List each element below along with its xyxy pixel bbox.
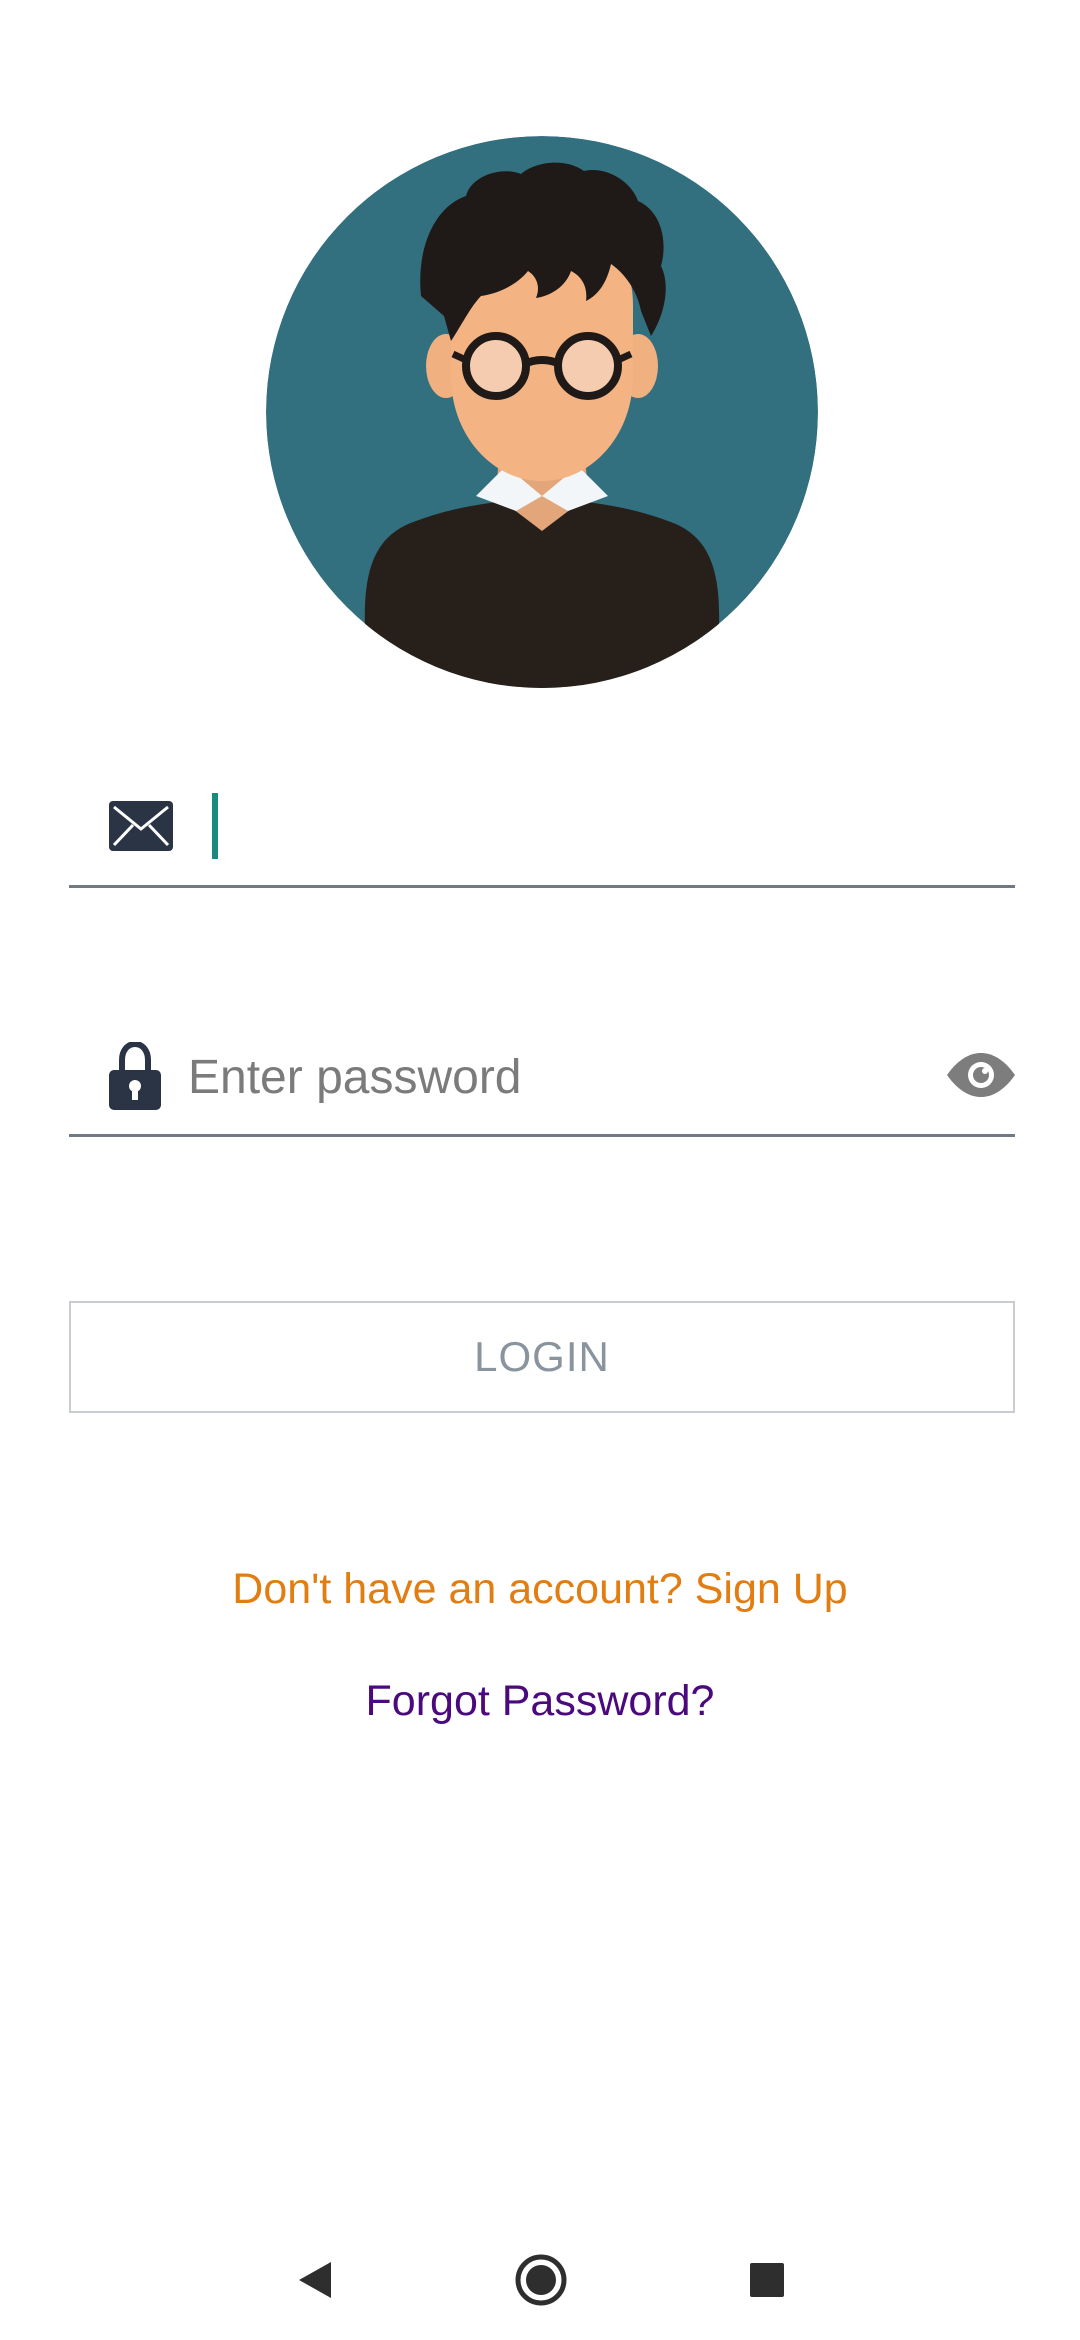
envelope-icon	[109, 801, 173, 851]
login-screen: LOGIN Don't have an account? Sign Up For…	[0, 0, 1080, 2340]
nav-home-button[interactable]	[496, 2220, 586, 2340]
system-navigation-bar	[0, 2220, 1080, 2340]
user-avatar	[266, 136, 818, 688]
back-triangle-icon	[299, 2262, 331, 2298]
text-cursor	[212, 793, 218, 859]
forgot-password-link[interactable]: Forgot Password?	[0, 1677, 1080, 1726]
email-field[interactable]	[69, 775, 1015, 888]
password-input[interactable]	[184, 1032, 908, 1122]
password-field[interactable]	[69, 1024, 1015, 1137]
nav-recents-button[interactable]	[722, 2220, 812, 2340]
lock-icon	[109, 1042, 161, 1110]
login-button[interactable]: LOGIN	[69, 1301, 1015, 1413]
signup-link[interactable]: Don't have an account? Sign Up	[0, 1565, 1080, 1614]
user-avatar-illustration	[266, 136, 818, 688]
eye-icon[interactable]	[945, 1052, 1017, 1098]
email-input[interactable]	[219, 783, 947, 873]
nav-back-button[interactable]	[270, 2220, 360, 2340]
recents-square-icon	[750, 2263, 784, 2297]
home-circle-icon	[515, 2254, 567, 2306]
